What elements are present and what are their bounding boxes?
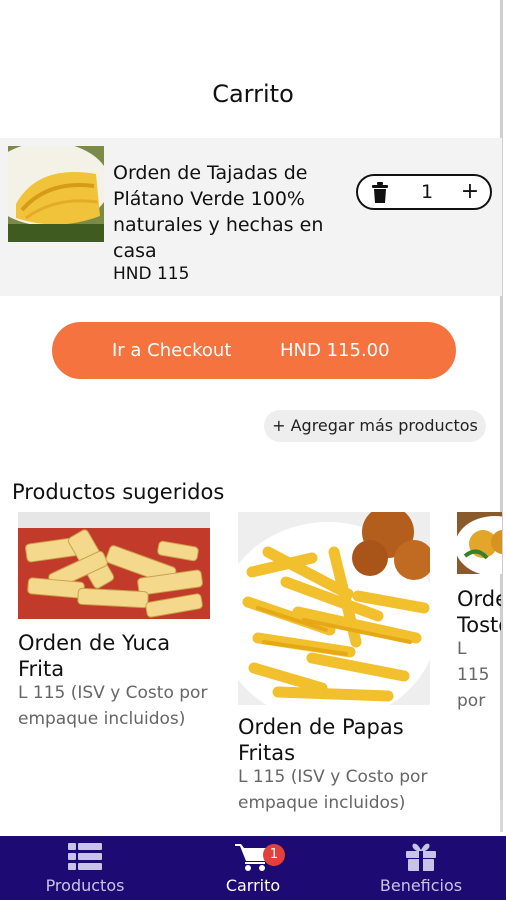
add-more-products-button[interactable]: + Agregar más productos: [264, 410, 486, 442]
nav-item-productos[interactable]: Productos: [0, 836, 170, 900]
nav-label: Productos: [45, 876, 125, 895]
product-image: [18, 512, 210, 619]
quantity-value: 1: [420, 181, 434, 203]
quantity-stepper[interactable]: 1 +: [356, 174, 492, 210]
page-title: Carrito: [212, 80, 294, 108]
cart-item: Orden de Tajadas de Plátano Verde 100% n…: [0, 138, 502, 296]
cart-count-badge: 1: [263, 844, 285, 866]
nav-item-carrito[interactable]: 1 Carrito: [170, 836, 336, 900]
product-name: Orden de Yuca Frita: [18, 631, 171, 681]
product-price: L 115 (ISV y Costo por empaque incluidos…: [238, 767, 428, 813]
bottom-navigation: Productos 1 Carrito Beneficios: [0, 836, 506, 900]
suggested-product-card[interactable]: Orde Tosto L 115 por e incluid: [457, 512, 502, 712]
cart-item-image: [8, 146, 104, 242]
checkout-label: Ir a Checkout: [112, 340, 232, 361]
product-image: [457, 512, 502, 574]
list-icon: [67, 842, 103, 872]
checkout-button[interactable]: Ir a Checkout HND 115.00: [52, 322, 456, 379]
product-image: [238, 512, 430, 705]
checkout-total: HND 115.00: [280, 340, 390, 361]
nav-label: Beneficios: [379, 876, 463, 895]
product-price: L 115 (ISV y Costo por empaque incluidos…: [18, 683, 208, 729]
cart-item-price: HND 115: [113, 264, 190, 284]
trash-icon[interactable]: [370, 182, 390, 204]
suggested-products-heading: Productos sugeridos: [12, 480, 225, 504]
suggested-product-card[interactable]: Orden de Yuca Frita L 115 (ISV y Costo p…: [18, 512, 210, 772]
cart-item-name: Orden de Tajadas de Plátano Verde 100% n…: [113, 162, 324, 262]
product-name: Orde Tosto: [457, 587, 501, 637]
nav-label: Carrito: [225, 876, 281, 895]
suggested-product-card[interactable]: Orden de Papas Fritas L 115 (ISV y Costo…: [238, 512, 430, 836]
product-name: Orden de Papas Fritas: [238, 715, 404, 765]
product-price: L 115 por e incluid: [457, 639, 490, 711]
gift-icon: [403, 842, 439, 872]
increment-button[interactable]: +: [458, 179, 482, 204]
nav-item-beneficios[interactable]: Beneficios: [336, 836, 506, 900]
